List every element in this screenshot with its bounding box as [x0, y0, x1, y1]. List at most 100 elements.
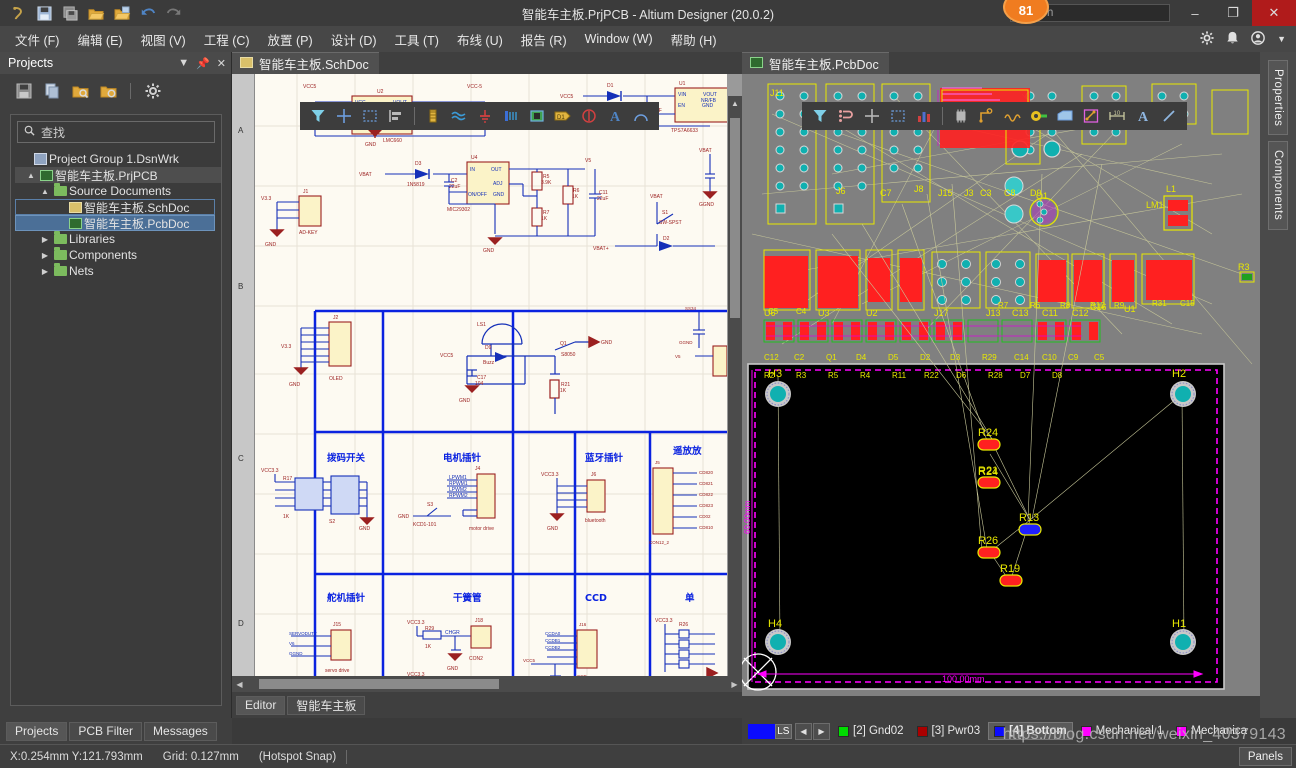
select-area-icon[interactable]: [886, 104, 910, 128]
expand-arrow-icon[interactable]: ▲: [25, 171, 37, 180]
menu-tools[interactable]: 工具 (T): [386, 27, 448, 52]
folder-settings-icon[interactable]: [98, 81, 118, 101]
schematic-horizontal-scrollbar[interactable]: ◀ ▶: [232, 676, 742, 692]
chevron-down-icon[interactable]: ▼: [178, 57, 189, 70]
net-label-icon[interactable]: D1: [551, 104, 575, 128]
text-icon[interactable]: A: [603, 104, 627, 128]
crosshair-icon[interactable]: [332, 104, 356, 128]
copy-icon[interactable]: [42, 81, 62, 101]
sheet-symbol-icon[interactable]: [525, 104, 549, 128]
menu-project[interactable]: 工程 (C): [195, 27, 259, 52]
scroll-right-arrow-icon[interactable]: ▶: [727, 676, 742, 692]
maximize-button[interactable]: ❐: [1214, 0, 1252, 26]
gear-icon[interactable]: [143, 81, 163, 101]
chevron-down-icon[interactable]: ▼: [1277, 34, 1286, 44]
gear-icon[interactable]: [1200, 30, 1214, 48]
open-folder-search-icon[interactable]: [70, 81, 90, 101]
menu-file[interactable]: 文件 (F): [6, 27, 68, 52]
tree-item-schdoc[interactable]: 智能车主板.SchDoc: [15, 199, 215, 215]
undo-icon[interactable]: [136, 2, 160, 24]
save-icon[interactable]: [14, 81, 34, 101]
layers-icon[interactable]: [912, 104, 936, 128]
layer-prev-button[interactable]: ◀: [795, 722, 812, 740]
align-icon[interactable]: [384, 104, 408, 128]
component-icon[interactable]: [421, 104, 445, 128]
save-icon[interactable]: [32, 2, 56, 24]
open-icon[interactable]: [84, 2, 108, 24]
pcb-canvas[interactable]: GND: [742, 74, 1260, 696]
via-icon[interactable]: [1027, 104, 1051, 128]
panels-button[interactable]: Panels: [1238, 747, 1292, 766]
schematic-sheet[interactable]: GND VCC5 VCC-5 LMC660 U2 C410uF C347uF C…: [255, 74, 727, 684]
pin-icon[interactable]: 📌: [196, 57, 210, 70]
open-project-icon[interactable]: [110, 2, 134, 24]
wire-icon[interactable]: [447, 104, 471, 128]
expand-arrow-icon[interactable]: ▶: [39, 235, 51, 244]
scroll-left-arrow-icon[interactable]: ◀: [232, 676, 247, 692]
close-button[interactable]: ✕: [1252, 0, 1296, 26]
layer-tab-pwr03[interactable]: [3] Pwr03: [912, 722, 986, 740]
right-tab-components[interactable]: Components: [1268, 141, 1288, 230]
document-tab-schdoc[interactable]: 智能车主板.SchDoc: [232, 52, 379, 74]
net-icon[interactable]: [834, 104, 858, 128]
scrollbar-thumb[interactable]: [730, 118, 740, 318]
port-icon[interactable]: [499, 104, 523, 128]
schematic-canvas[interactable]: A B C D GND VCC5 VCC-5 LMC660 U2 VCC5 D1…: [232, 74, 742, 696]
layer-sets-button[interactable]: LS: [774, 723, 792, 739]
project-search-input[interactable]: 查找: [17, 121, 215, 143]
line-icon[interactable]: [1157, 104, 1181, 128]
ground-icon[interactable]: [473, 104, 497, 128]
crosshair-icon[interactable]: [860, 104, 884, 128]
menu-reports[interactable]: 报告 (R): [512, 27, 576, 52]
panel-tab-projects[interactable]: Projects: [6, 721, 68, 741]
bell-icon[interactable]: [1226, 31, 1239, 48]
editor-tab-editor[interactable]: Editor: [236, 695, 286, 715]
component-icon[interactable]: [949, 104, 973, 128]
svg-text:U2: U2: [377, 89, 384, 95]
close-icon[interactable]: ✕: [217, 57, 226, 70]
select-area-icon[interactable]: [358, 104, 382, 128]
dimension-icon[interactable]: 10: [1105, 104, 1129, 128]
menu-route[interactable]: 布线 (U): [448, 27, 512, 52]
panel-tab-pcb-filter[interactable]: PCB Filter: [69, 721, 143, 741]
editor-tab-board[interactable]: 智能车主板: [287, 695, 366, 715]
layer-color-swatch-button[interactable]: LS: [748, 723, 792, 740]
minimize-button[interactable]: –: [1176, 0, 1214, 26]
altium-logo-icon[interactable]: [6, 2, 30, 24]
polygon-icon[interactable]: [1053, 104, 1077, 128]
right-tab-properties[interactable]: Properties: [1268, 60, 1288, 136]
menu-help[interactable]: 帮助 (H): [662, 27, 726, 52]
pad-icon[interactable]: [1079, 104, 1103, 128]
expand-arrow-icon[interactable]: ▶: [39, 251, 51, 260]
no-erc-icon[interactable]: [577, 104, 601, 128]
tree-item-libraries[interactable]: ▶ Libraries: [15, 231, 221, 247]
tree-item-components[interactable]: ▶ Components: [15, 247, 221, 263]
document-tab-pcbdoc[interactable]: 智能车主板.PcbDoc: [742, 52, 889, 74]
expand-arrow-icon[interactable]: ▲: [39, 187, 51, 196]
route-icon[interactable]: [975, 104, 999, 128]
tree-item-pcbdoc[interactable]: 智能车主板.PcbDoc: [15, 215, 215, 231]
menu-edit[interactable]: 编辑 (E): [68, 27, 131, 52]
arc-icon[interactable]: [629, 104, 653, 128]
filter-icon[interactable]: [306, 104, 330, 128]
text-icon[interactable]: A: [1131, 104, 1155, 128]
differential-pair-icon[interactable]: [1001, 104, 1025, 128]
layer-tab-gnd02[interactable]: [2] Gnd02: [833, 722, 909, 740]
tree-item-workspace[interactable]: Project Group 1.DsnWrk: [15, 151, 221, 167]
save-all-icon[interactable]: [58, 2, 82, 24]
layer-next-button[interactable]: ▶: [813, 722, 830, 740]
account-icon[interactable]: [1251, 30, 1265, 48]
scroll-up-arrow-icon[interactable]: ▲: [728, 96, 742, 110]
menu-window[interactable]: Window (W): [576, 29, 662, 49]
tree-item-nets[interactable]: ▶ Nets: [15, 263, 221, 279]
menu-view[interactable]: 视图 (V): [132, 27, 195, 52]
menu-design[interactable]: 设计 (D): [322, 27, 386, 52]
panel-tab-messages[interactable]: Messages: [144, 721, 217, 741]
filter-icon[interactable]: [808, 104, 832, 128]
expand-arrow-icon[interactable]: ▶: [39, 267, 51, 276]
tree-item-prjpcb[interactable]: ▲ 智能车主板.PrjPCB: [15, 167, 221, 183]
scrollbar-thumb[interactable]: [259, 679, 499, 689]
menu-place[interactable]: 放置 (P): [259, 27, 322, 52]
schematic-vertical-scrollbar[interactable]: ▲ ▼: [728, 96, 742, 696]
tree-item-source-documents[interactable]: ▲ Source Documents: [15, 183, 221, 199]
